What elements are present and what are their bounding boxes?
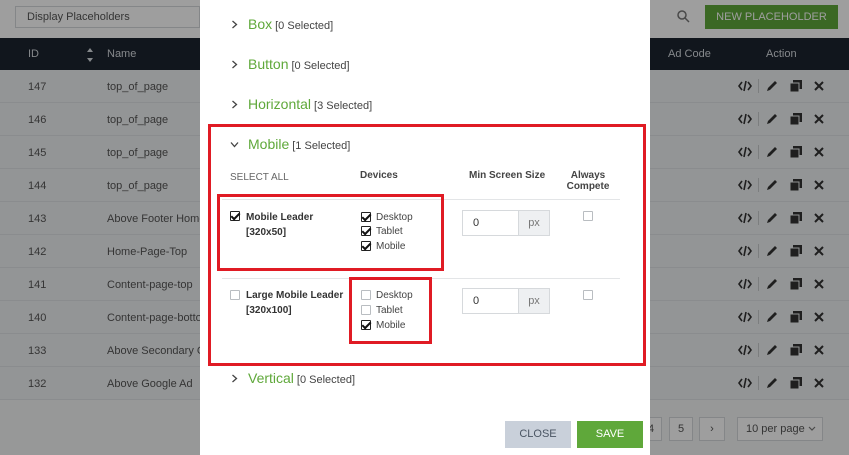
chevron-right-icon	[232, 20, 238, 29]
section-box-count: [0 Selected]	[275, 20, 334, 32]
chevron-right-icon	[232, 374, 238, 383]
mobile-leader-highlight	[217, 194, 444, 271]
placeholder-modal: Box [0 Selected] Button [0 Selected] Horiz…	[200, 0, 650, 455]
section-button-count: [0 Selected]	[291, 60, 350, 72]
section-box-title: Box	[248, 16, 273, 32]
section-vertical-title: Vertical	[248, 370, 294, 386]
section-horizontal-count: [3 Selected]	[314, 100, 373, 112]
section-horizontal-title: Horizontal	[248, 96, 312, 112]
chevron-right-icon	[232, 100, 238, 109]
save-button[interactable]: SAVE	[577, 421, 643, 448]
large-mobile-leader-devices-highlight	[349, 277, 432, 344]
close-button[interactable]: CLOSE	[505, 421, 571, 448]
section-vertical-count: [0 Selected]	[296, 374, 356, 386]
section-button-title: Button	[248, 56, 289, 72]
chevron-right-icon	[232, 60, 238, 69]
